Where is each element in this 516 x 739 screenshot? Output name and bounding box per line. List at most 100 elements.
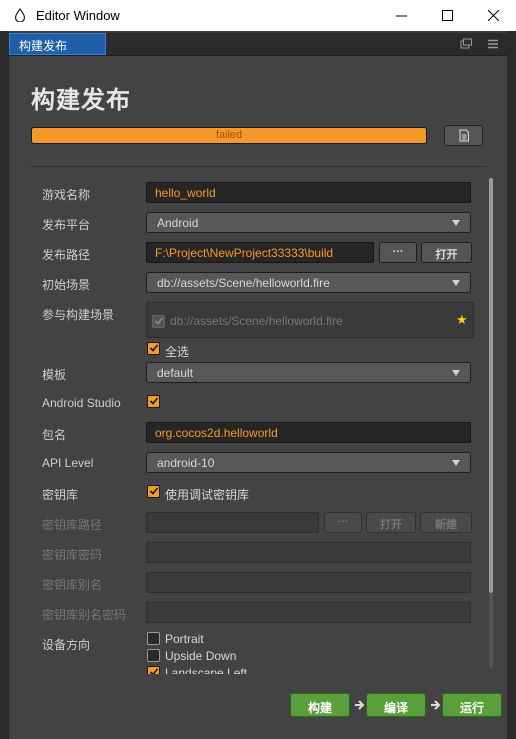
keystore-row: 密钥库 使用调试密钥库: [31, 482, 493, 506]
popout-icon[interactable]: [459, 37, 473, 51]
keystore-alias-row: 密钥库别名: [31, 572, 493, 596]
orientation-portrait-label: Portrait: [165, 632, 204, 646]
build-progress-bar: failed: [31, 127, 427, 144]
minimize-button[interactable]: [378, 0, 424, 31]
scrollbar-thumb[interactable]: [489, 178, 493, 593]
dropdown-caret-icon: [452, 220, 460, 226]
arrow-right-icon: [431, 700, 441, 710]
orientation-landscape-left-label: Landscape Left: [165, 666, 248, 674]
keystore-alias-password-input[interactable]: [146, 602, 471, 623]
game-name-input[interactable]: hello_world: [146, 182, 471, 203]
tab-build-publish[interactable]: 构建发布: [9, 33, 106, 55]
dropdown-caret-icon: [452, 370, 460, 376]
scrollbar-track[interactable]: [489, 593, 493, 668]
dropdown-caret-icon: [452, 460, 460, 466]
api-level-label: API Level: [42, 456, 94, 470]
api-level-row: API Level android-10: [31, 452, 493, 476]
build-button[interactable]: 构建: [290, 693, 350, 717]
build-path-open-button[interactable]: 打开: [421, 242, 472, 263]
included-scenes-row: 参与构建场景 db://assets/Scene/helloworld.fire…: [31, 302, 493, 362]
package-name-input[interactable]: org.cocos2d.helloworld: [146, 422, 471, 443]
panel-tab-strip: 构建发布: [9, 33, 507, 56]
keystore-alias-label: 密钥库别名: [42, 578, 103, 592]
debug-keystore-checkbox[interactable]: [147, 485, 160, 498]
build-path-browse-button[interactable]: ···: [379, 242, 417, 263]
orientation-row: 设备方向 Portrait Upside Down Landscape Left: [31, 632, 493, 674]
select-all-label: 全选: [165, 345, 190, 359]
minimize-icon: [395, 15, 407, 17]
build-path-input[interactable]: F:\Project\NewProject33333\build: [146, 242, 374, 263]
window-title: Editor Window: [36, 8, 120, 23]
close-button[interactable]: [470, 0, 516, 31]
open-log-button[interactable]: [444, 125, 483, 146]
keystore-password-input[interactable]: [146, 542, 471, 563]
start-scene-row: 初始场景 db://assets/Scene/helloworld.fire: [31, 272, 493, 296]
package-name-row: 包名 org.cocos2d.helloworld: [31, 422, 493, 446]
keystore-password-label: 密钥库密码: [42, 548, 103, 562]
checkmark-icon: [149, 668, 159, 674]
compile-button[interactable]: 编译: [366, 693, 426, 717]
keystore-new-button[interactable]: 新建: [420, 512, 472, 533]
android-studio-row: Android Studio: [31, 392, 493, 416]
select-all-checkbox[interactable]: [147, 342, 160, 355]
keystore-path-input[interactable]: [146, 512, 319, 533]
keystore-label: 密钥库: [42, 488, 79, 502]
platform-label: 发布平台: [42, 218, 91, 232]
template-label: 模板: [42, 368, 67, 382]
template-row: 模板 default: [31, 362, 493, 386]
platform-value: Android: [157, 216, 199, 230]
keystore-alias-password-label: 密钥库别名密码: [42, 608, 127, 622]
platform-row: 发布平台 Android: [31, 212, 493, 236]
template-value: default: [157, 366, 194, 380]
scene-checkbox[interactable]: [152, 315, 165, 328]
build-path-row: 发布路径 F:\Project\NewProject33333\build ··…: [31, 242, 493, 266]
dropdown-caret-icon: [452, 280, 460, 286]
window-edge-right: [507, 31, 516, 739]
scene-list-box: db://assets/Scene/helloworld.fire ★: [146, 302, 474, 338]
keystore-path-browse-button[interactable]: ···: [324, 512, 362, 533]
progress-status-text: failed: [215, 129, 243, 141]
start-scene-label: 初始场景: [42, 278, 91, 292]
maximize-button[interactable]: [424, 0, 470, 31]
keystore-path-open-button[interactable]: 打开: [366, 512, 416, 533]
window-titlebar[interactable]: Editor Window: [0, 0, 516, 31]
template-select[interactable]: default: [146, 362, 471, 383]
keystore-path-label: 密钥库路径: [42, 518, 103, 532]
android-studio-label: Android Studio: [42, 396, 121, 410]
orientation-upside-down-label: Upside Down: [165, 649, 237, 663]
included-scenes-label: 参与构建场景: [42, 308, 115, 322]
orientation-upside-down-checkbox[interactable]: [147, 649, 160, 662]
android-studio-checkbox[interactable]: [147, 395, 160, 408]
game-name-row: 游戏名称 hello_world: [31, 182, 493, 206]
api-level-select[interactable]: android-10: [146, 452, 471, 473]
build-path-label: 发布路径: [42, 248, 91, 262]
orientation-label: 设备方向: [42, 638, 91, 652]
header-divider: [31, 166, 487, 167]
checkmark-icon: [154, 317, 164, 325]
document-icon: [459, 129, 469, 142]
keystore-alias-input[interactable]: [146, 572, 471, 593]
debug-keystore-label: 使用调试密钥库: [165, 488, 250, 502]
orientation-portrait-checkbox[interactable]: [147, 632, 160, 645]
build-settings-form[interactable]: 游戏名称 hello_world 发布平台 Android 发布路径 F:\Pr…: [31, 174, 493, 674]
checkmark-icon: [149, 344, 159, 352]
run-button[interactable]: 运行: [442, 693, 502, 717]
orientation-landscape-left-checkbox[interactable]: [147, 666, 160, 674]
checkmark-icon: [149, 487, 159, 495]
start-scene-value: db://assets/Scene/helloworld.fire: [157, 276, 330, 290]
keystore-alias-password-row: 密钥库别名密码: [31, 602, 493, 626]
close-icon: [487, 10, 499, 21]
scene-item-label: db://assets/Scene/helloworld.fire: [170, 314, 343, 328]
keystore-path-row: 密钥库路径 ··· 打开 新建: [31, 512, 493, 536]
platform-select[interactable]: Android: [146, 212, 471, 233]
api-level-value: android-10: [157, 456, 215, 470]
window-edge-left: [0, 31, 9, 739]
keystore-password-row: 密钥库密码: [31, 542, 493, 566]
arrow-right-icon: [355, 700, 365, 710]
checkmark-icon: [149, 397, 159, 405]
start-scene-select[interactable]: db://assets/Scene/helloworld.fire: [146, 272, 471, 293]
package-name-label: 包名: [42, 428, 67, 442]
app-droplet-icon: [14, 8, 26, 22]
star-icon: ★: [456, 312, 468, 327]
menu-icon[interactable]: [486, 37, 500, 51]
